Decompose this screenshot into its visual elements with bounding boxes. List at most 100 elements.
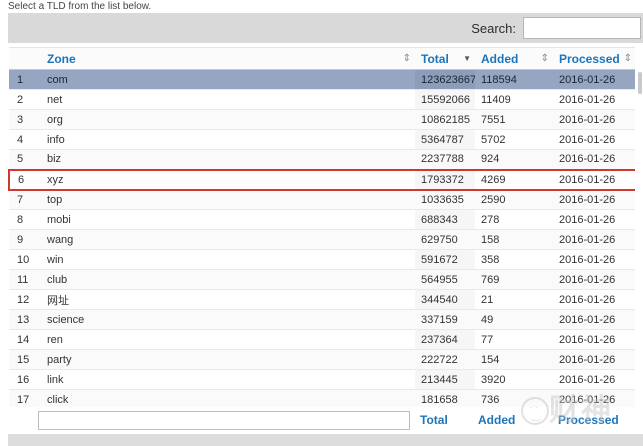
table-row-mobi[interactable]: 8mobi6883432782016-01-26 <box>9 210 635 230</box>
processed-header-label: Processed <box>559 52 620 66</box>
cell-zone: biz <box>39 150 415 170</box>
cell-added: 5702 <box>475 130 553 150</box>
cell-added: 358 <box>475 250 553 270</box>
table-row-link[interactable]: 16link21344539202016-01-26 <box>9 370 635 390</box>
cell-added: 158 <box>475 230 553 250</box>
cell-processed: 2016-01-26 <box>553 370 635 390</box>
cell-added: 118594 <box>475 70 553 90</box>
zone-filter-input[interactable] <box>38 411 410 430</box>
cell-total: 222722 <box>415 350 475 370</box>
cell-idx: 12 <box>9 290 39 310</box>
cell-processed: 2016-01-26 <box>553 330 635 350</box>
cell-added: 278 <box>475 210 553 230</box>
footer-processed-label: Processed <box>558 413 619 427</box>
table-row-net[interactable]: 2net15592066114092016-01-26 <box>9 90 635 110</box>
cell-added: 7551 <box>475 110 553 130</box>
cell-zone: mobi <box>39 210 415 230</box>
cell-idx: 5 <box>9 150 39 170</box>
table-row-info[interactable]: 4info536478757022016-01-26 <box>9 130 635 150</box>
cell-zone: ren <box>39 330 415 350</box>
cell-processed: 2016-01-26 <box>553 210 635 230</box>
cell-processed: 2016-01-26 <box>553 170 635 190</box>
tld-table-container: Zone ⇕ Total ▼ Added ⇕ <box>8 47 635 411</box>
table-row-wang[interactable]: 9wang6297501582016-01-26 <box>9 230 635 250</box>
cell-total: 1793372 <box>415 170 475 190</box>
cell-total: 213445 <box>415 370 475 390</box>
column-header-zone[interactable]: Zone ⇕ <box>39 48 415 70</box>
sort-both-icon[interactable]: ⇕ <box>541 53 553 64</box>
cell-idx: 4 <box>9 130 39 150</box>
sort-desc-icon[interactable]: ▼ <box>463 54 475 63</box>
cell-total: 123623667 <box>415 70 475 90</box>
footer-added-label: Added <box>478 413 515 427</box>
cell-zone: win <box>39 250 415 270</box>
cell-added: 77 <box>475 330 553 350</box>
cell-idx: 8 <box>9 210 39 230</box>
total-header-label: Total <box>421 52 449 66</box>
table-row-com[interactable]: 1com1236236671185942016-01-26 <box>9 70 635 90</box>
cell-zone: 网址 <box>39 290 415 310</box>
cell-zone: party <box>39 350 415 370</box>
table-row-biz[interactable]: 5biz22377889242016-01-26 <box>9 150 635 170</box>
zone-header-label: Zone <box>47 52 76 66</box>
cell-added: 769 <box>475 270 553 290</box>
cell-zone: top <box>39 190 415 210</box>
cell-idx: 6 <box>9 170 39 190</box>
cell-zone: org <box>39 110 415 130</box>
cell-added: 49 <box>475 310 553 330</box>
cell-processed: 2016-01-26 <box>553 310 635 330</box>
search-toolbar: Search: <box>8 13 643 43</box>
cell-idx: 14 <box>9 330 39 350</box>
tld-table: Zone ⇕ Total ▼ Added ⇕ <box>8 47 635 410</box>
table-row-ren[interactable]: 14ren237364772016-01-26 <box>9 330 635 350</box>
cell-processed: 2016-01-26 <box>553 70 635 90</box>
cell-processed: 2016-01-26 <box>553 150 635 170</box>
cell-processed: 2016-01-26 <box>553 190 635 210</box>
sort-both-icon[interactable]: ⇕ <box>624 53 635 64</box>
cell-processed: 2016-01-26 <box>553 350 635 370</box>
table-row-science[interactable]: 13science337159492016-01-26 <box>9 310 635 330</box>
cell-idx: 2 <box>9 90 39 110</box>
column-header-added[interactable]: Added ⇕ <box>475 48 553 70</box>
scrollbar-thumb[interactable] <box>638 72 642 94</box>
cell-zone: info <box>39 130 415 150</box>
search-input[interactable] <box>523 17 641 39</box>
cell-total: 1033635 <box>415 190 475 210</box>
cell-processed: 2016-01-26 <box>553 250 635 270</box>
cell-idx: 3 <box>9 110 39 130</box>
cell-processed: 2016-01-26 <box>553 290 635 310</box>
sort-both-icon[interactable]: ⇕ <box>403 53 415 64</box>
table-row-win[interactable]: 10win5916723582016-01-26 <box>9 250 635 270</box>
page-instruction: Select a TLD from the list below. <box>8 1 151 12</box>
cell-total: 2237788 <box>415 150 475 170</box>
cell-added: 924 <box>475 150 553 170</box>
cell-total: 688343 <box>415 210 475 230</box>
table-row-party[interactable]: 15party2227221542016-01-26 <box>9 350 635 370</box>
cell-zone: com <box>39 70 415 90</box>
column-header-index <box>9 48 39 70</box>
cell-idx: 9 <box>9 230 39 250</box>
table-body: 1com1236236671185942016-01-262net1559206… <box>9 70 635 410</box>
table-row-网址[interactable]: 12网址344540212016-01-26 <box>9 290 635 310</box>
table-row-xyz[interactable]: 6xyz179337242692016-01-26 <box>9 170 635 190</box>
pagination-bar <box>8 434 643 446</box>
cell-zone: wang <box>39 230 415 250</box>
table-header-row: Zone ⇕ Total ▼ Added ⇕ <box>9 48 635 70</box>
cell-zone: net <box>39 90 415 110</box>
cell-processed: 2016-01-26 <box>553 130 635 150</box>
cell-processed: 2016-01-26 <box>553 230 635 250</box>
table-row-top[interactable]: 7top103363525902016-01-26 <box>9 190 635 210</box>
cell-idx: 16 <box>9 370 39 390</box>
cell-added: 2590 <box>475 190 553 210</box>
cell-total: 564955 <box>415 270 475 290</box>
cell-added: 21 <box>475 290 553 310</box>
tld-list-screen: Select a TLD from the list below. Search… <box>0 0 643 446</box>
cell-processed: 2016-01-26 <box>553 110 635 130</box>
table-row-club[interactable]: 11club5649557692016-01-26 <box>9 270 635 290</box>
cell-zone: link <box>39 370 415 390</box>
column-header-processed[interactable]: Processed ⇕ <box>553 48 635 70</box>
column-header-total[interactable]: Total ▼ <box>415 48 475 70</box>
table-row-org[interactable]: 3org1086218575512016-01-26 <box>9 110 635 130</box>
added-header-label: Added <box>481 52 518 66</box>
cell-total: 237364 <box>415 330 475 350</box>
